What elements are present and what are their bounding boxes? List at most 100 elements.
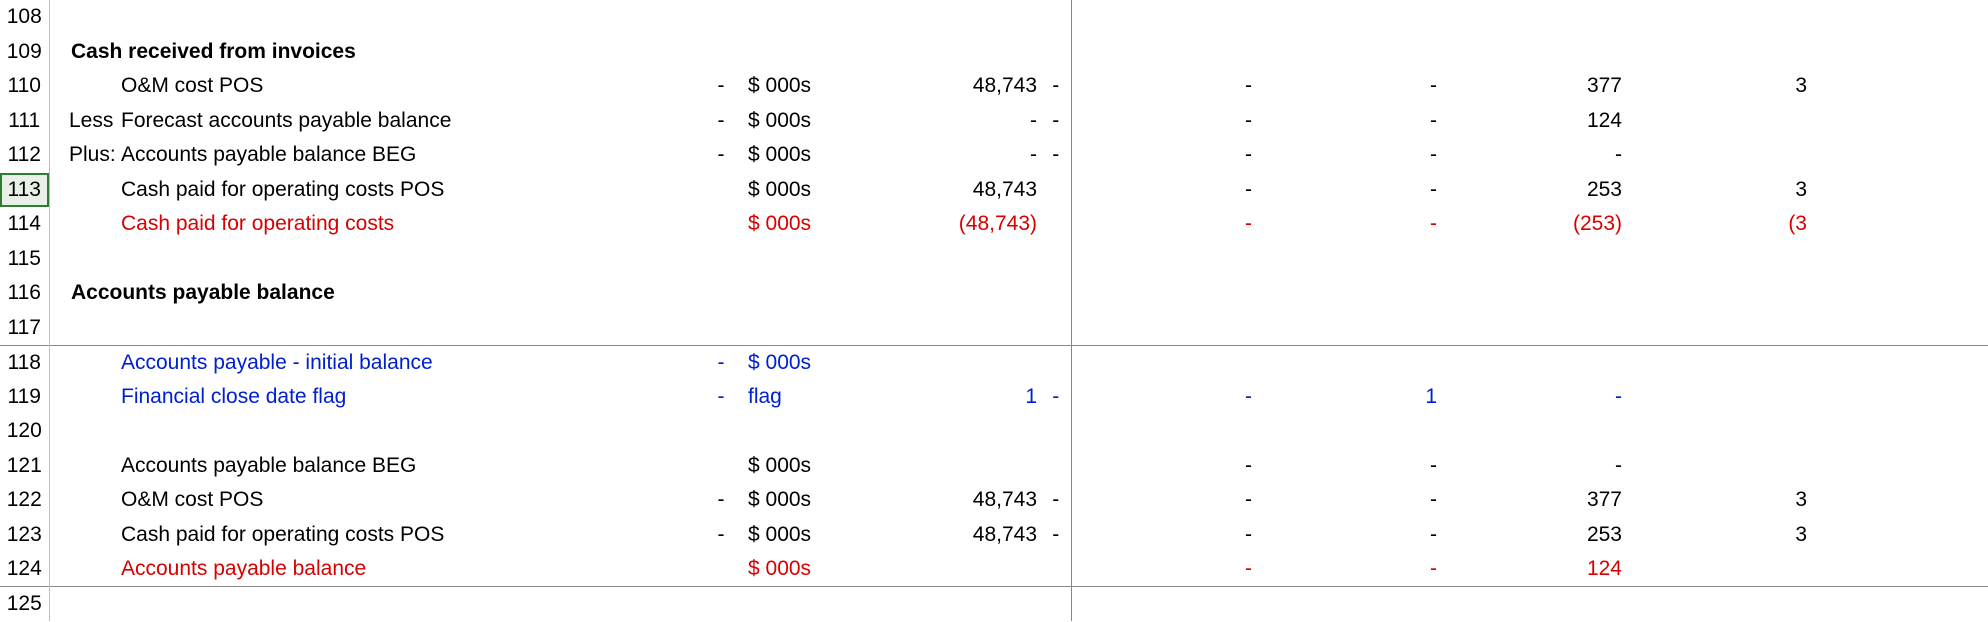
label-cell[interactable]: O&M cost POS [115,69,706,104]
cell[interactable] [706,0,736,35]
spreadsheet-grid[interactable]: 108109Cash received from invoices110O&M … [0,0,1988,621]
row-header[interactable]: 115 [0,242,49,277]
cell[interactable] [1626,311,1811,346]
value-cell[interactable] [1041,207,1071,242]
cell[interactable] [886,311,1041,346]
cell[interactable] [811,518,886,553]
cell[interactable] [49,35,67,70]
cell[interactable] [886,414,1041,449]
cell[interactable] [811,587,886,622]
row-header[interactable]: 122 [0,483,49,518]
label-cell[interactable]: Accounts payable - initial balance [115,345,706,380]
value-cell[interactable]: - [1256,552,1441,587]
value-cell[interactable] [1811,173,1988,208]
unit-cell[interactable]: $ 000s [736,207,811,242]
prefix-cell[interactable] [67,483,115,518]
cell[interactable] [811,380,886,415]
cell[interactable] [67,414,115,449]
prefix-cell[interactable] [67,380,115,415]
value-cell[interactable]: - [1256,483,1441,518]
cell[interactable] [1256,311,1441,346]
cell[interactable] [886,276,1041,311]
value-cell[interactable]: 48,743 [886,518,1041,553]
value-cell[interactable] [886,552,1041,587]
value-cell[interactable]: - [1041,138,1071,173]
value-cell[interactable] [1041,173,1071,208]
value-cell[interactable]: - [1256,207,1441,242]
dash-cell[interactable]: - [706,518,736,553]
value-cell[interactable]: - [1256,518,1441,553]
value-cell[interactable] [1626,104,1811,139]
cell[interactable] [811,69,886,104]
label-cell[interactable]: Financial close date flag [115,380,706,415]
cell[interactable] [49,104,67,139]
cell[interactable] [115,587,706,622]
cell[interactable] [67,311,115,346]
prefix-cell[interactable] [67,449,115,484]
prefix-cell[interactable] [67,173,115,208]
prefix-cell[interactable] [67,69,115,104]
cell[interactable] [811,35,886,70]
row-header[interactable]: 108 [0,0,49,35]
cell[interactable] [1441,242,1626,277]
value-cell[interactable]: 1 [886,380,1041,415]
row-header[interactable]: 124 [0,552,49,587]
dash-cell[interactable]: - [706,345,736,380]
cell[interactable] [1626,414,1811,449]
value-cell[interactable]: - [1041,69,1071,104]
cell[interactable] [811,138,886,173]
unit-cell[interactable]: flag [736,380,811,415]
unit-cell[interactable]: $ 000s [736,173,811,208]
value-cell[interactable]: - [1041,380,1071,415]
row-header[interactable]: 114 [0,207,49,242]
value-cell[interactable] [1811,207,1988,242]
cell[interactable] [706,587,736,622]
dash-cell[interactable]: - [706,483,736,518]
cell[interactable] [736,276,811,311]
value-cell[interactable]: 253 [1441,173,1626,208]
cell[interactable] [886,587,1041,622]
cell[interactable] [736,414,811,449]
unit-cell[interactable]: $ 000s [736,69,811,104]
cell[interactable] [1441,276,1626,311]
cell[interactable] [1441,414,1626,449]
cell[interactable] [811,345,886,380]
cell[interactable] [49,345,67,380]
value-cell[interactable]: - [886,138,1041,173]
cell[interactable] [706,414,736,449]
prefix-cell[interactable] [67,518,115,553]
cell[interactable] [115,0,706,35]
value-cell[interactable]: - [1041,104,1071,139]
prefix-cell[interactable]: Less: [67,104,115,139]
cell[interactable] [811,276,886,311]
dash-cell[interactable]: - [706,104,736,139]
cell[interactable] [49,173,67,208]
value-cell[interactable] [1041,449,1071,484]
label-cell[interactable]: Cash paid for operating costs POS [115,518,706,553]
value-cell[interactable] [1626,552,1811,587]
value-cell[interactable]: - [1071,69,1256,104]
cell[interactable] [1041,242,1071,277]
value-cell[interactable]: 48,743 [886,483,1041,518]
dash-cell[interactable]: - [706,138,736,173]
cell[interactable] [1041,276,1071,311]
label-cell[interactable]: Cash paid for operating costs [115,207,706,242]
prefix-cell[interactable] [67,207,115,242]
value-cell[interactable]: - [1441,449,1626,484]
cell[interactable] [706,242,736,277]
prefix-cell[interactable] [67,552,115,587]
cell[interactable] [1811,311,1988,346]
value-cell[interactable] [1811,138,1988,173]
unit-cell[interactable]: $ 000s [736,483,811,518]
value-cell[interactable] [1626,449,1811,484]
value-cell[interactable] [1041,552,1071,587]
row-header[interactable]: 125 [0,587,49,622]
value-cell[interactable]: - [1071,104,1256,139]
prefix-cell[interactable] [67,345,115,380]
value-cell[interactable]: - [1441,138,1626,173]
cell[interactable] [1071,35,1256,70]
value-cell[interactable]: - [1441,380,1626,415]
cell[interactable] [67,0,115,35]
cell[interactable] [736,311,811,346]
cell[interactable] [1041,311,1071,346]
